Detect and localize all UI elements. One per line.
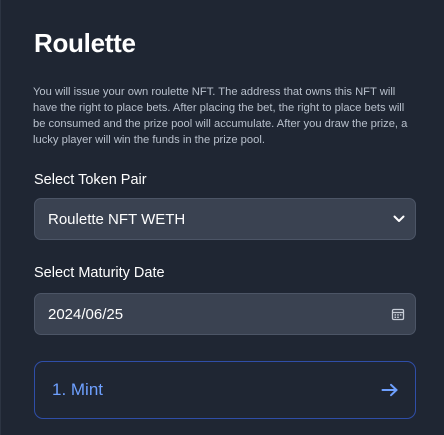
calendar-icon[interactable] [391,307,405,321]
description-text: You will issue your own roulette NFT. Th… [33,86,408,146]
token-pair-selected-value: Roulette NFT WETH [48,210,186,228]
arrow-right-icon [381,383,399,397]
token-pair-select[interactable]: Roulette NFT WETH [34,198,416,240]
maturity-date-value: 2024/06/25 [48,305,124,323]
maturity-date-input[interactable]: 2024/06/25 [34,293,416,335]
token-pair-label: Select Token Pair [34,172,147,188]
mint-button[interactable]: 1. Mint [34,361,416,419]
maturity-date-label: Select Maturity Date [34,265,165,281]
page-title: Roulette [34,28,136,58]
mint-button-label: 1. Mint [52,380,104,399]
roulette-panel: Roulette You will issue your own roulett… [0,0,444,435]
chevron-down-icon [393,213,405,225]
